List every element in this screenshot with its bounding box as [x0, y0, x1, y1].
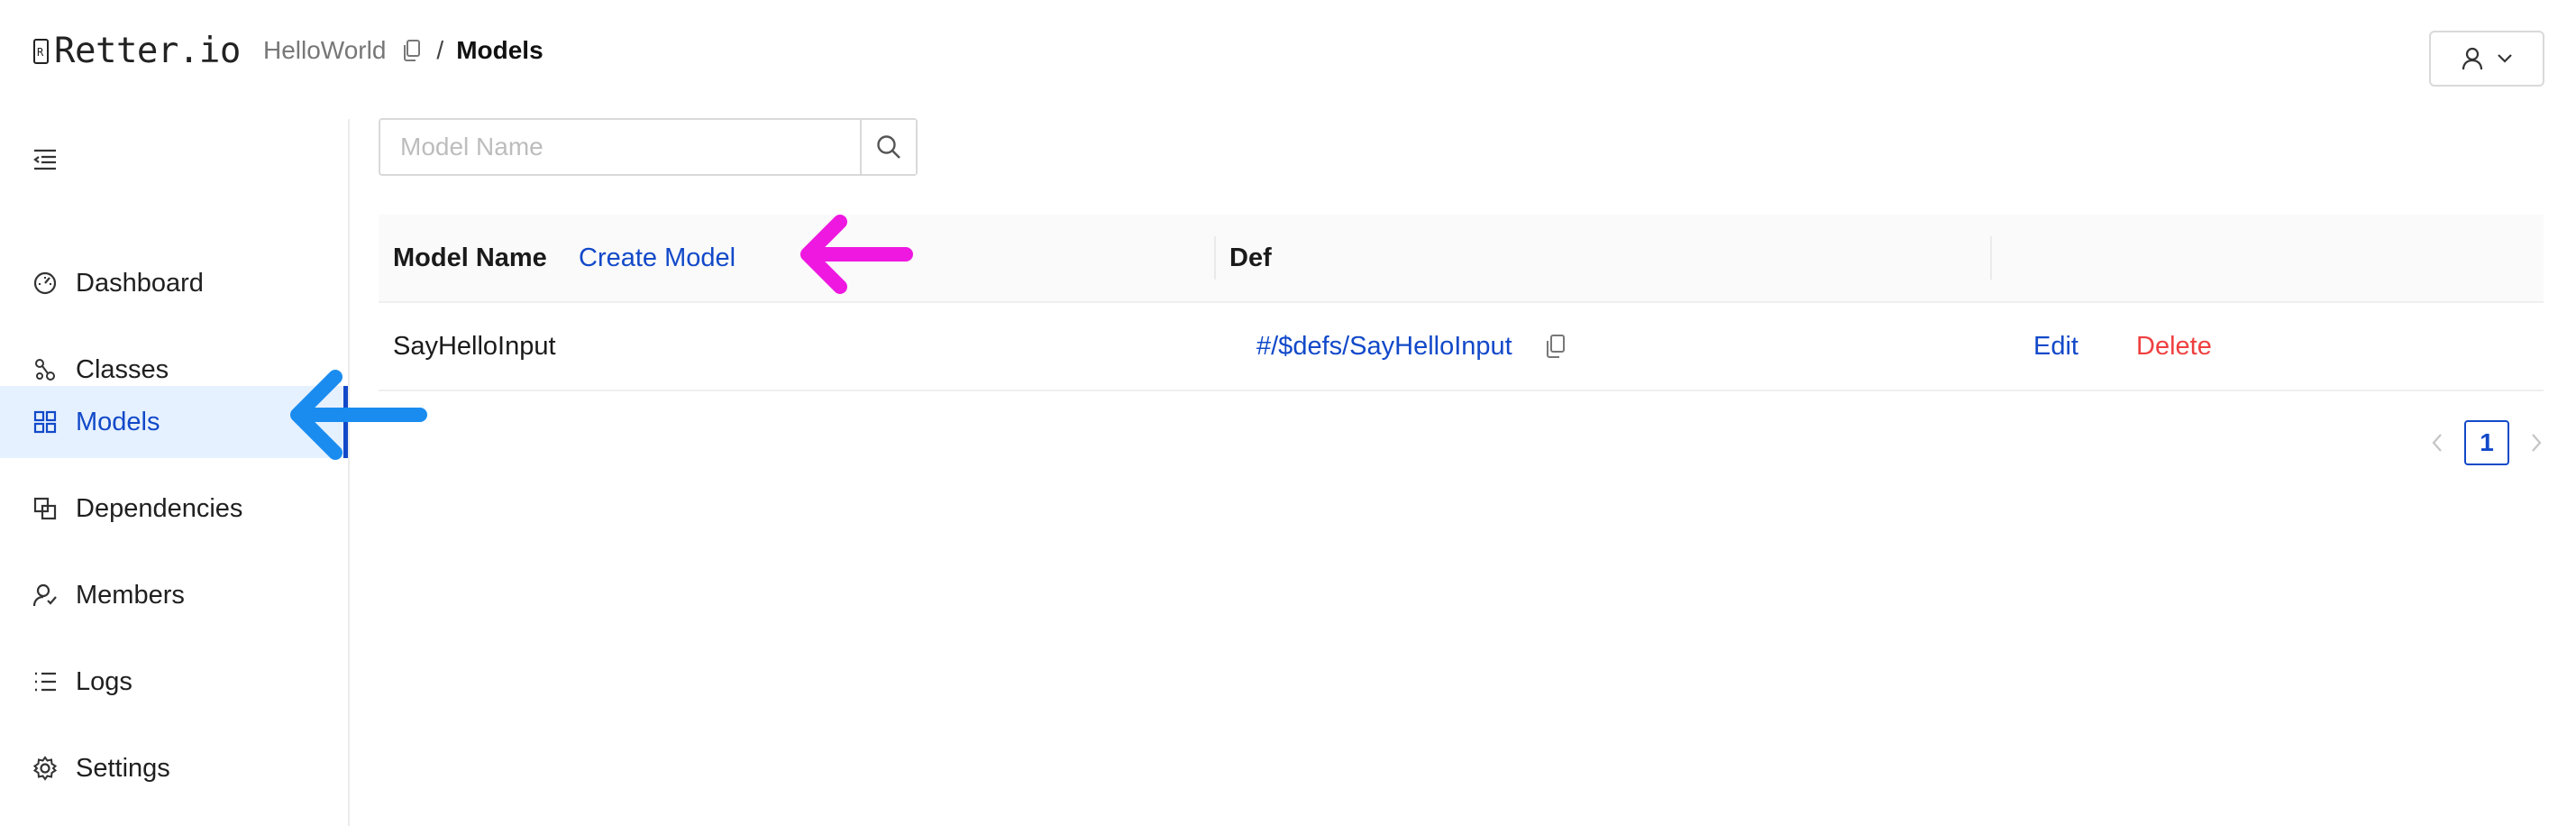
sidebar-item-label: Dashboard — [76, 268, 204, 298]
top-header: R Retter.io HelloWorld / Models — [0, 0, 2576, 106]
model-name-cell: SayHelloInput — [393, 332, 556, 361]
retter-logo-icon: R — [33, 38, 49, 64]
dashboard-icon — [33, 271, 57, 295]
prev-page-button[interactable] — [2425, 430, 2450, 455]
sidebar-item-label: Classes — [76, 354, 169, 384]
delete-button[interactable]: Delete — [2136, 332, 2212, 362]
search-input[interactable] — [380, 120, 860, 174]
def-link[interactable]: #/$defs/SayHelloInput — [1256, 332, 1512, 362]
pagination: 1 — [2425, 420, 2549, 465]
breadcrumb-separator: / — [436, 36, 444, 64]
copy-icon[interactable] — [402, 39, 422, 62]
page-number-current[interactable]: 1 — [2464, 420, 2509, 465]
breadcrumb-current: Models — [456, 36, 544, 64]
magenta-arrow-annotation — [800, 215, 913, 294]
models-table: Model Name Create Model Def SayHelloInpu… — [379, 215, 2544, 391]
chevron-right-icon — [2532, 434, 2542, 452]
user-menu-button[interactable] — [2429, 31, 2544, 87]
sidebar-item-settings[interactable]: Settings — [0, 732, 348, 804]
column-divider — [1214, 236, 1216, 280]
classes-icon — [35, 359, 55, 381]
column-divider — [1990, 236, 1992, 280]
user-icon — [2462, 47, 2483, 70]
members-icon — [32, 583, 57, 607]
search-button[interactable] — [860, 120, 916, 174]
dependencies-icon — [33, 497, 57, 520]
sidebar-item-label: Members — [76, 580, 185, 610]
table-row: SayHelloInput #/$defs/SayHelloInput Edit… — [379, 303, 2544, 391]
sidebar-item-label: Dependencies — [76, 493, 243, 523]
next-page-button[interactable] — [2524, 430, 2549, 455]
app-logo[interactable]: R Retter.io — [32, 31, 241, 71]
copy-icon[interactable] — [1545, 334, 1567, 359]
sidebar-item-dependencies[interactable]: Dependencies — [0, 473, 348, 545]
blue-arrow-annotation — [290, 370, 427, 460]
breadcrumb-project[interactable]: HelloWorld — [263, 36, 386, 65]
svg-text:R: R — [37, 46, 44, 59]
list-icon — [35, 672, 56, 692]
column-header-def: Def — [1229, 243, 1272, 272]
sidebar: Dashboard Classes Models Dependencies Me… — [0, 119, 350, 826]
gear-icon — [32, 756, 58, 781]
sidebar-item-label: Models — [76, 407, 160, 436]
create-model-link[interactable]: Create Model — [579, 243, 735, 273]
menu-fold-icon[interactable] — [32, 148, 58, 171]
chevron-left-icon — [2432, 434, 2442, 452]
sidebar-item-logs[interactable]: Logs — [0, 646, 348, 718]
chevron-down-icon — [2498, 54, 2512, 63]
sidebar-item-label: Settings — [76, 753, 170, 783]
logo-text: Retter.io — [54, 31, 241, 71]
column-header-model-name: Model Name — [393, 243, 547, 272]
sidebar-item-members[interactable]: Members — [0, 559, 348, 631]
edit-button[interactable]: Edit — [2033, 332, 2078, 362]
breadcrumb: HelloWorld / Models — [263, 36, 544, 65]
model-search — [379, 118, 918, 176]
grid-icon — [33, 410, 57, 434]
sidebar-item-label: Logs — [76, 666, 132, 696]
search-icon — [877, 135, 900, 159]
table-header: Model Name Create Model Def — [379, 215, 2544, 303]
sidebar-item-dashboard[interactable]: Dashboard — [0, 247, 348, 319]
